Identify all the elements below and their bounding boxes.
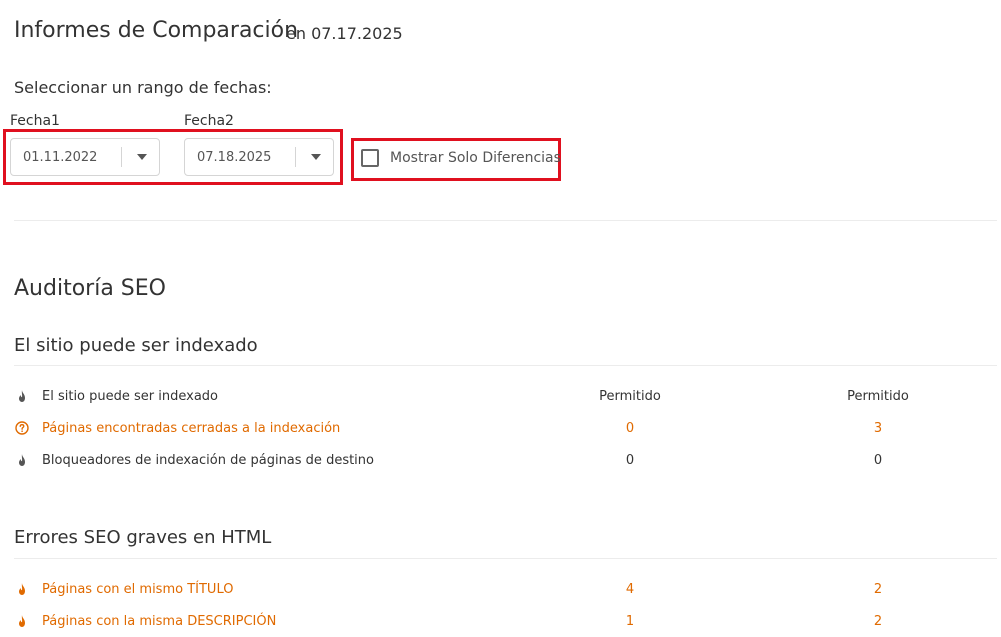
section-divider	[14, 365, 997, 366]
row-value-date1: 4	[625, 582, 635, 597]
date1-label: Fecha1	[10, 113, 60, 129]
row-value-date1: 1	[625, 614, 635, 629]
page-title: Informes de Comparación	[14, 18, 299, 43]
fire-icon	[19, 390, 25, 402]
row-label[interactable]: Bloqueadores de indexación de páginas de…	[42, 453, 374, 468]
row-label[interactable]: Páginas con el mismo TÍTULO	[42, 582, 233, 597]
fire-icon	[19, 583, 25, 595]
row-label[interactable]: Páginas encontradas cerradas a la indexa…	[42, 421, 340, 436]
select-separator	[295, 147, 296, 167]
select-separator	[121, 147, 122, 167]
chevron-down-icon[interactable]	[311, 154, 321, 160]
row-value-date2: 2	[873, 614, 883, 629]
date-range-label: Seleccionar un rango de fechas:	[14, 78, 272, 97]
row-value-date2: Permitido	[847, 389, 909, 404]
date2-label: Fecha2	[184, 113, 234, 129]
fire-icon	[19, 454, 25, 466]
section-title: El sitio puede ser indexado	[14, 335, 258, 356]
fire-icon	[19, 615, 25, 627]
section-divider	[14, 558, 997, 559]
only-diff-label[interactable]: Mostrar Solo Diferencias	[390, 150, 561, 166]
chevron-down-icon[interactable]	[137, 154, 147, 160]
section-divider	[14, 220, 997, 221]
date1-value: 01.11.2022	[23, 150, 98, 165]
row-value-date1: 0	[625, 421, 635, 436]
date1-select[interactable]: 01.11.2022	[10, 138, 160, 176]
date2-value: 07.18.2025	[197, 150, 272, 165]
question-circle-icon	[15, 421, 29, 435]
section-title: Errores SEO graves en HTML	[14, 527, 272, 548]
row-value-date2: 2	[873, 582, 883, 597]
row-value-date1: 0	[625, 453, 635, 468]
row-value-date2: 0	[873, 453, 883, 468]
report-date: en 07.17.2025	[286, 24, 403, 43]
only-diff-checkbox[interactable]	[361, 149, 379, 167]
row-value-date2: 3	[873, 421, 883, 436]
audit-title: Auditoría SEO	[14, 276, 166, 301]
row-value-date1: Permitido	[599, 389, 661, 404]
row-label[interactable]: El sitio puede ser indexado	[42, 389, 218, 404]
date2-select[interactable]: 07.18.2025	[184, 138, 334, 176]
row-label[interactable]: Páginas con la misma DESCRIPCIÓN	[42, 614, 276, 629]
